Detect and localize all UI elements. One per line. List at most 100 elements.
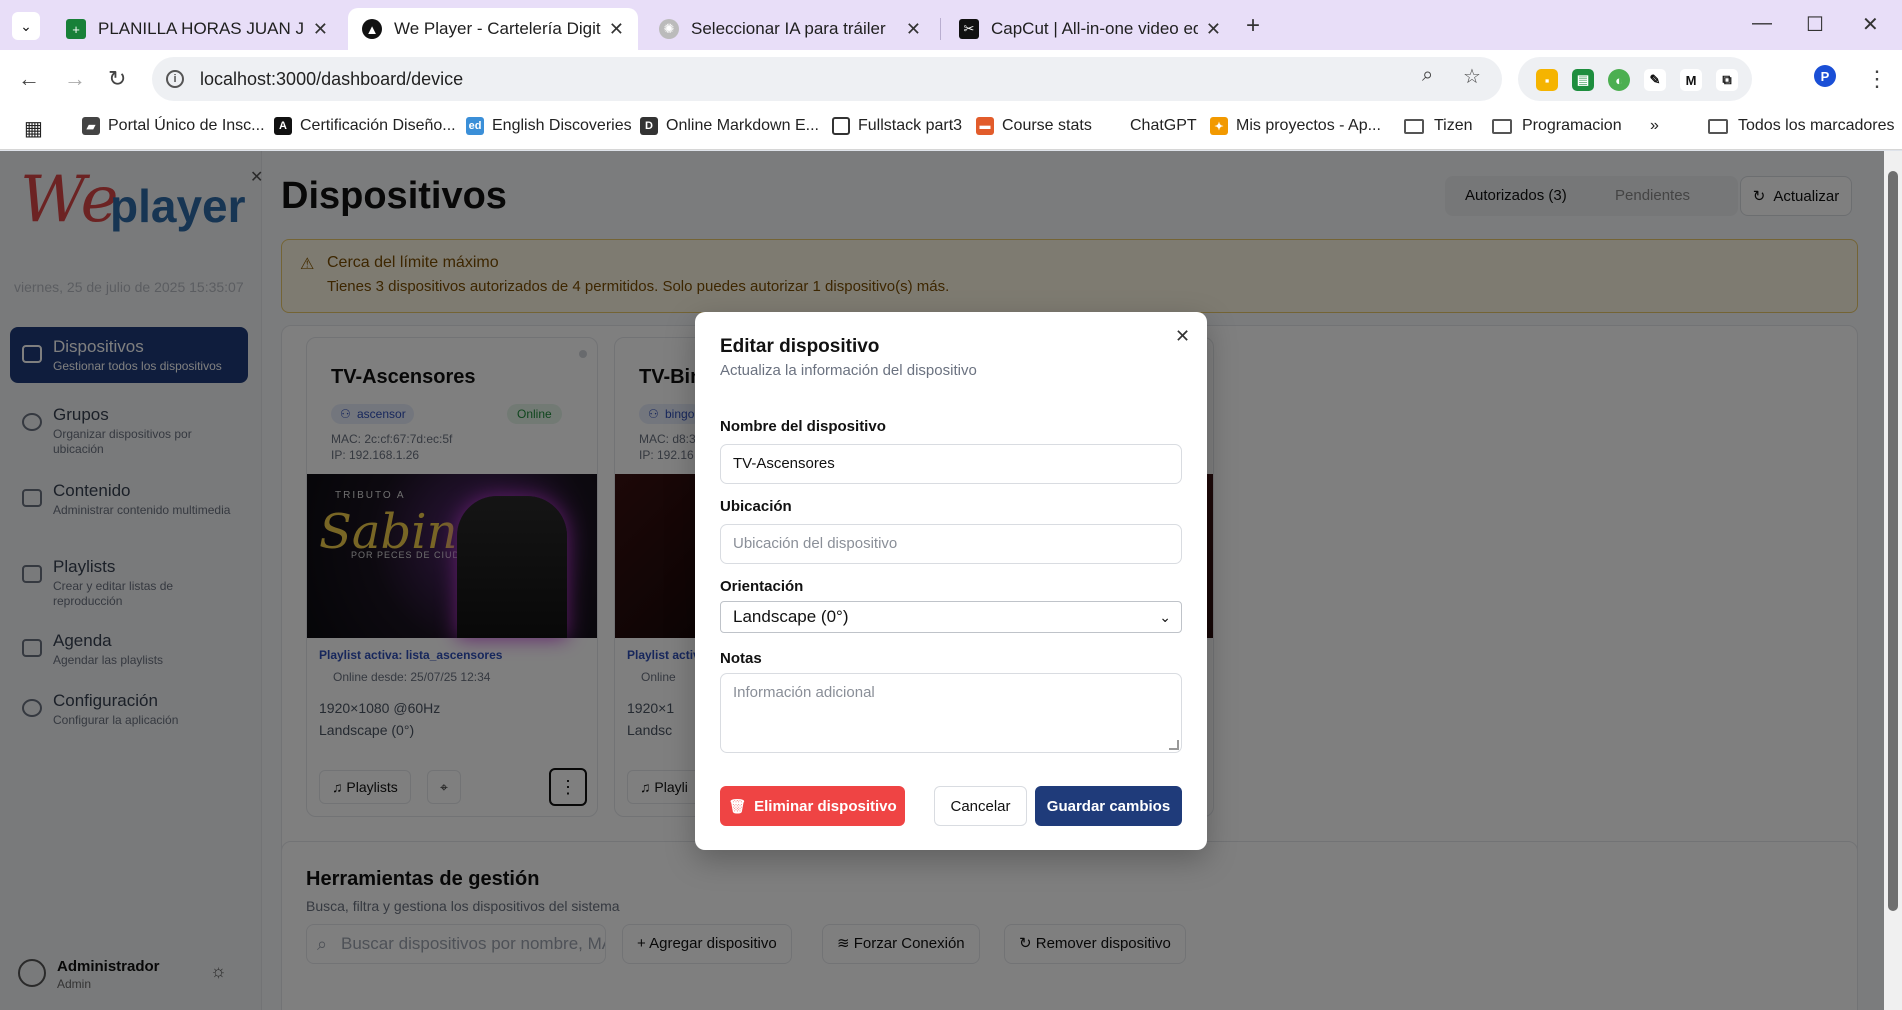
chevron-down-icon: ⌄ (1159, 609, 1171, 625)
browser-tabstrip: ⌄ + PLANILLA HORAS JUAN JULI SEPT ✕ ▲ We… (0, 0, 1902, 50)
bookmark-label: ChatGPT (1130, 117, 1197, 134)
reload-icon[interactable]: ↻ (108, 66, 126, 92)
tab-search-button[interactable]: ⌄ (12, 12, 40, 40)
minimize-icon[interactable]: — (1752, 12, 1772, 35)
bookmark-label: Online Markdown E... (666, 117, 819, 134)
bookmark-item[interactable]: Fullstack part3 (832, 117, 962, 135)
close-icon[interactable]: ✕ (906, 19, 921, 40)
certificacion-icon: A (274, 117, 292, 135)
profile-avatar[interactable]: P (1814, 65, 1836, 87)
app-page: We player ✕ viernes, 25 de julio de 2025… (0, 151, 1902, 1010)
more-bookmarks-icon[interactable]: » (1650, 117, 1659, 135)
bookmark-item[interactable]: ChatGPT (1104, 117, 1197, 135)
modal-description: Actualiza la información del dispositivo (720, 362, 977, 379)
weplayer-icon: ▲ (362, 19, 382, 39)
eyedropper-icon[interactable]: ✎ (1644, 69, 1666, 91)
tab-title: We Player - Cartelería Digital (394, 19, 601, 38)
orientation-selected-value: Landscape (0°) (733, 607, 849, 626)
bookmark-folder-tizen[interactable]: Tizen (1404, 117, 1473, 135)
bookmark-item[interactable]: D Online Markdown E... (640, 117, 819, 135)
bookmark-folder-all[interactable]: Todos los marcadores (1708, 117, 1895, 135)
folder-icon (1708, 118, 1728, 134)
site-info-icon[interactable]: i (166, 70, 184, 88)
save-label: Guardar cambios (1046, 797, 1171, 815)
bookmark-item[interactable]: ▰ Portal Único de Insc... (82, 117, 265, 135)
delete-label: Eliminar dispositivo (754, 797, 897, 815)
bookmark-label: Todos los marcadores (1738, 117, 1895, 134)
gmail-extension-icon[interactable]: M (1680, 69, 1702, 91)
close-icon[interactable]: ✕ (609, 19, 624, 40)
close-icon[interactable]: ✕ (1175, 326, 1190, 347)
trash-icon: 🗑 (728, 797, 747, 814)
bookmark-label: Mis proyectos - Ap... (1236, 117, 1381, 134)
sheets-icon: + (66, 19, 86, 39)
bookmark-label: Course stats (1002, 117, 1092, 134)
browser-tab-chatgpt[interactable]: ✺ Seleccionar IA para tráiler ✕ (645, 8, 935, 50)
color-extension-icon[interactable]: ◐ (1608, 69, 1630, 91)
zoom-icon[interactable]: ⌕ (1422, 64, 1433, 87)
page-scrollbar[interactable] (1884, 151, 1902, 1010)
location-label: Ubicación (720, 498, 792, 515)
capcut-icon: ✂ (959, 19, 979, 39)
bookmark-star-icon[interactable]: ☆ (1463, 64, 1481, 89)
extensions-puzzle-icon[interactable]: ⧉ (1716, 69, 1738, 91)
cancel-button[interactable]: Cancelar (934, 786, 1027, 826)
folder-icon (1404, 118, 1424, 134)
browser-tab-planilla[interactable]: + PLANILLA HORAS JUAN JULI SEPT ✕ (52, 8, 342, 50)
new-tab-button[interactable]: + (1246, 12, 1260, 40)
bookmark-label: Certificación Diseño... (300, 117, 456, 134)
bookmark-label: English Discoveries (492, 117, 632, 134)
bookmark-label: Fullstack part3 (858, 117, 963, 134)
bookmark-label: Portal Único de Insc... (108, 117, 265, 134)
window-close-icon[interactable]: ✕ (1862, 12, 1879, 37)
url-text[interactable]: localhost:3000/dashboard/device (200, 69, 463, 90)
keep-extension-icon[interactable]: ▪ (1536, 69, 1558, 91)
orientation-label: Orientación (720, 578, 804, 595)
folder-icon (1492, 118, 1512, 134)
browser-tab-weplayer[interactable]: ▲ We Player - Cartelería Digital ✕ (348, 8, 638, 50)
scrollbar-thumb[interactable] (1888, 171, 1898, 911)
bookmark-label: Programacion (1522, 117, 1622, 134)
bookmark-item[interactable]: ed English Discoveries (466, 117, 632, 135)
save-button[interactable]: Guardar cambios (1035, 786, 1182, 826)
chatgpt-icon: ✺ (659, 19, 679, 39)
bookmark-item[interactable]: ✦ Mis proyectos - Ap... (1210, 117, 1381, 135)
tab-separator (940, 18, 941, 40)
maximize-icon[interactable]: ☐ (1806, 12, 1824, 37)
bookmark-item[interactable]: A Certificación Diseño... (274, 117, 456, 135)
device-name-input[interactable]: TV-Ascensores (720, 444, 1182, 484)
notes-label: Notas (720, 650, 762, 667)
tab-title: Seleccionar IA para tráiler (691, 19, 886, 38)
location-input[interactable]: Ubicación del dispositivo (720, 524, 1182, 564)
orientation-select[interactable]: Landscape (0°) ⌄ (720, 601, 1182, 633)
forward-icon[interactable]: → (64, 66, 86, 92)
notes-placeholder: Información adicional (733, 684, 875, 701)
browser-tab-capcut[interactable]: ✂ CapCut | All-in-one video editor ✕ (945, 8, 1235, 50)
close-icon[interactable]: ✕ (313, 19, 328, 40)
bookmark-item[interactable]: ▬ Course stats (976, 117, 1092, 135)
bookmarks-bar: ▦ ▰ Portal Único de Insc... A Certificació… (0, 108, 1902, 150)
resize-handle-icon[interactable] (1169, 740, 1179, 750)
address-bar[interactable]: i localhost:3000/dashboard/device (152, 57, 1502, 101)
close-icon[interactable]: ✕ (1206, 19, 1221, 40)
chatgpt-bm-icon (1104, 117, 1122, 135)
edit-device-modal: ✕ Editar dispositivo Actualiza la inform… (695, 312, 1207, 850)
fullstack-icon (832, 117, 850, 135)
back-icon[interactable]: ← (18, 66, 40, 92)
delete-device-button[interactable]: 🗑 Eliminar dispositivo (720, 786, 905, 826)
apps-grid-icon[interactable]: ▦ (24, 116, 43, 141)
menu-kebab-icon[interactable]: ⋮ (1866, 66, 1888, 92)
ed-icon: ed (466, 117, 484, 135)
bookmark-label: Tizen (1434, 117, 1473, 134)
tab-title: PLANILLA HORAS JUAN JULI SEPT (98, 19, 305, 38)
device-name-label: Nombre del dispositivo (720, 418, 886, 435)
notes-textarea[interactable]: Información adicional (720, 673, 1182, 753)
cancel-label: Cancelar (950, 797, 1011, 815)
bookmark-folder-programacion[interactable]: Programacion (1492, 117, 1622, 135)
sheets-extension-icon[interactable]: ▤ (1572, 69, 1594, 91)
chevron-down-icon: ⌄ (20, 17, 32, 34)
modal-title: Editar dispositivo (720, 336, 880, 357)
tab-title: CapCut | All-in-one video editor (991, 19, 1198, 38)
car-icon: ▰ (82, 117, 100, 135)
markdown-icon: D (640, 117, 658, 135)
